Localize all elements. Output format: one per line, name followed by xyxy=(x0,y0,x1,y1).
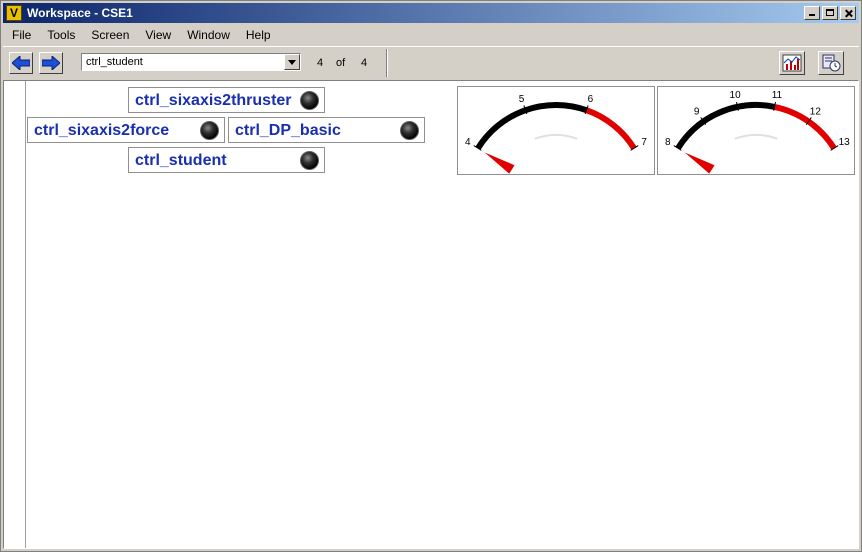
status-led-icon xyxy=(400,121,419,140)
menu-help[interactable]: Help xyxy=(237,25,278,45)
page-current: 4 xyxy=(317,57,324,69)
forward-button[interactable] xyxy=(39,52,63,74)
ctrl-label: ctrl_DP_basic xyxy=(235,122,341,139)
settings-clock-icon xyxy=(822,54,841,72)
close-button[interactable] xyxy=(840,6,856,20)
gauge-tick-label: 4 xyxy=(465,137,471,148)
gauge-tick-label: 5 xyxy=(519,94,525,105)
workspace-window: V Workspace - CSE1 File Tools Screen Vie… xyxy=(0,0,862,552)
screen-canvas: ctrl_sixaxis2thruster ctrl_sixaxis2force… xyxy=(3,80,859,549)
ctrl-label: ctrl_sixaxis2force xyxy=(34,122,170,139)
gauge-red-band xyxy=(773,103,837,150)
menu-screen[interactable]: Screen xyxy=(82,25,136,45)
back-arrow-icon xyxy=(12,56,30,70)
gauge-tick-label: 13 xyxy=(839,137,851,148)
menu-file[interactable]: File xyxy=(3,25,38,45)
gauge-inner-arc xyxy=(734,134,778,140)
page-of-label: of xyxy=(336,57,346,69)
gauge-normal-band xyxy=(675,102,776,150)
menu-bar: File Tools Screen View Window Help xyxy=(3,25,859,45)
forward-arrow-icon xyxy=(42,56,60,70)
toolbar-separator xyxy=(386,49,388,77)
gauge-tick-label: 6 xyxy=(588,94,594,105)
ctrl-button-sixaxis2thruster[interactable]: ctrl_sixaxis2thruster xyxy=(128,87,325,113)
canvas-divider xyxy=(25,81,26,548)
chart-tool-button[interactable] xyxy=(779,51,805,75)
maximize-button[interactable] xyxy=(822,6,838,20)
status-led-icon xyxy=(300,91,319,110)
ctrl-button-dp-basic[interactable]: ctrl_DP_basic xyxy=(228,117,425,143)
gauge-2-dial: 8 9 10 11 12 13 xyxy=(665,90,851,174)
title-bar[interactable]: V Workspace - CSE1 xyxy=(3,3,859,23)
status-led-icon xyxy=(300,151,319,170)
gauge-tick-label: 9 xyxy=(694,107,700,118)
ctrl-button-student[interactable]: ctrl_student xyxy=(128,147,325,173)
status-led-icon xyxy=(200,121,219,140)
gauge-needle xyxy=(484,152,515,174)
gauge-tick-label: 7 xyxy=(641,137,647,148)
minimize-button[interactable] xyxy=(804,6,820,20)
gauge-tick-label: 12 xyxy=(810,107,822,118)
gauge-1: 4 5 6 7 xyxy=(457,86,655,175)
screen-select[interactable]: ctrl_student xyxy=(81,53,301,71)
gauge-normal-band xyxy=(475,102,588,150)
menu-view[interactable]: View xyxy=(136,25,178,45)
page-total: 4 xyxy=(361,57,368,69)
screen-select-value: ctrl_student xyxy=(86,56,143,68)
ctrl-button-sixaxis2force[interactable]: ctrl_sixaxis2force xyxy=(27,117,225,143)
ctrl-label: ctrl_sixaxis2thruster xyxy=(135,92,292,109)
gauge-tick-label: 11 xyxy=(772,90,783,101)
ctrl-label: ctrl_student xyxy=(135,152,227,169)
toolbar: ctrl_student 4 of 4 xyxy=(3,46,859,79)
chevron-down-icon[interactable] xyxy=(284,54,300,70)
window-title: Workspace - CSE1 xyxy=(27,6,133,20)
gauge-tick-label: 8 xyxy=(665,137,671,148)
gauge-inner-arc xyxy=(534,134,578,140)
gauge-2: 8 9 10 11 12 13 xyxy=(657,86,855,175)
gauge-needle xyxy=(684,152,715,174)
settings-tool-button[interactable] xyxy=(818,51,844,75)
menu-tools[interactable]: Tools xyxy=(38,25,82,45)
gauge-tick-label: 10 xyxy=(730,90,742,101)
app-icon[interactable]: V xyxy=(6,5,22,21)
gauge-red-band xyxy=(585,107,637,150)
menu-window[interactable]: Window xyxy=(178,25,237,45)
gauge-1-dial: 4 5 6 7 xyxy=(465,94,647,174)
back-button[interactable] xyxy=(9,52,33,74)
chart-icon xyxy=(782,54,802,72)
